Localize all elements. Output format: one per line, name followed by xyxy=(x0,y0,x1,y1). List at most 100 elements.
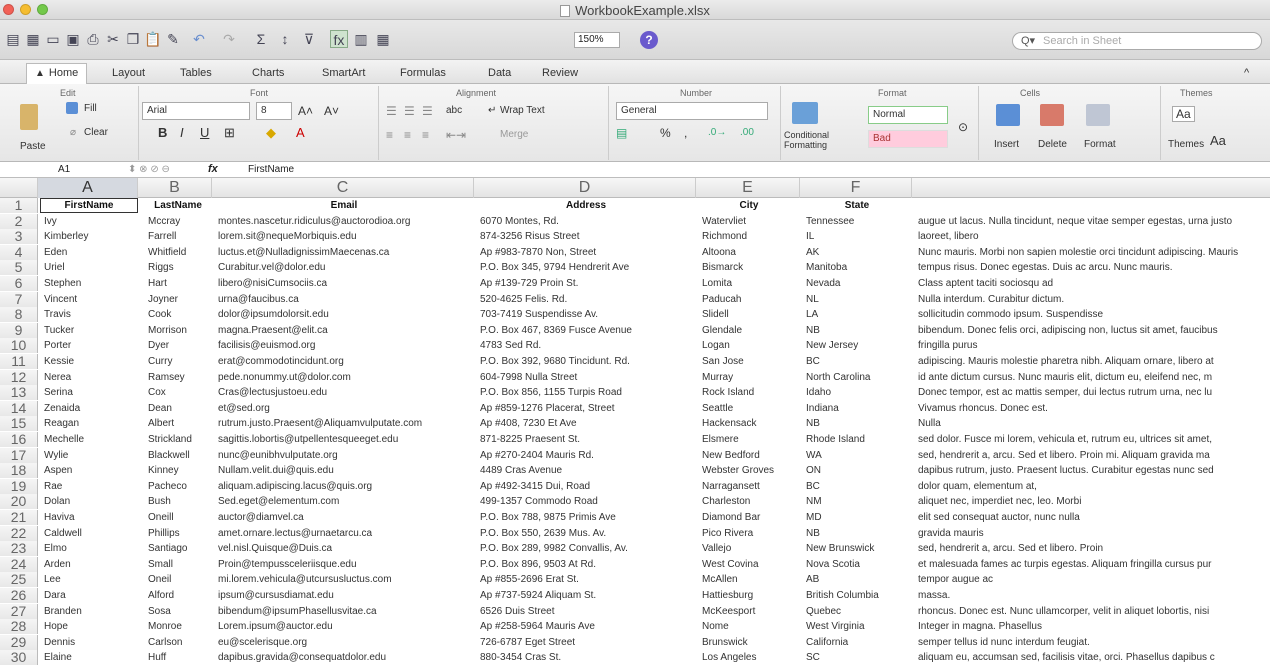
table-cell[interactable]: Sosa xyxy=(148,604,212,619)
row-number[interactable]: 10 xyxy=(0,338,38,354)
align-bottom-icon[interactable]: ☰ xyxy=(422,104,433,118)
table-cell[interactable]: Vincent xyxy=(44,292,138,307)
table-cell[interactable]: 6526 Duis Street xyxy=(480,604,696,619)
table-cell[interactable]: Dara xyxy=(44,588,138,603)
table-cell[interactable]: McAllen xyxy=(702,572,800,587)
row-number[interactable]: 2 xyxy=(0,213,38,229)
table-cell[interactable]: Bush xyxy=(148,494,212,509)
table-cell[interactable]: AK xyxy=(806,245,912,260)
table-cell[interactable]: Haviva xyxy=(44,510,138,525)
decrease-decimal-icon[interactable]: .00 xyxy=(740,126,754,140)
print-icon[interactable]: ⎙ xyxy=(84,30,102,48)
table-cell[interactable]: Mccray xyxy=(148,214,212,229)
table-cell[interactable]: Manitoba xyxy=(806,260,912,275)
table-cell[interactable]: Joyner xyxy=(148,292,212,307)
table-cell[interactable]: Murray xyxy=(702,370,800,385)
row-number[interactable]: 28 xyxy=(0,619,38,635)
table-cell[interactable]: rhoncus. Donec est. Nunc ullamcorper, ve… xyxy=(918,604,1270,619)
table-cell[interactable]: dapibus.gravida@consequatdolor.edu xyxy=(218,650,474,665)
table-cell[interactable]: Uriel xyxy=(44,260,138,275)
table-cell[interactable]: sollicitudin commodo ipsum. Suspendisse xyxy=(918,307,1270,322)
fx-icon[interactable]: fx xyxy=(208,162,218,177)
table-cell[interactable]: Nome xyxy=(702,619,800,634)
paste-icon[interactable]: 📋 xyxy=(144,30,162,48)
open-icon[interactable]: ▭ xyxy=(44,30,62,48)
table-cell[interactable]: Donec tempor, est ac mattis semper, dui … xyxy=(918,385,1270,400)
table-cell[interactable]: Dean xyxy=(148,401,212,416)
table-cell[interactable]: AB xyxy=(806,572,912,587)
table-cell[interactable]: tempus risus. Donec egestas. Duis ac arc… xyxy=(918,260,1270,275)
table-cell[interactable]: sed dolor. Fusce mi lorem, vehicula et, … xyxy=(918,432,1270,447)
table-cell[interactable]: NB xyxy=(806,416,912,431)
table-cell[interactable]: aliquet nec, imperdiet nec, leo. Morbi xyxy=(918,494,1270,509)
table-cell[interactable]: eu@scelerisque.org xyxy=(218,635,474,650)
table-cell[interactable]: Vallejo xyxy=(702,541,800,556)
borders-icon[interactable]: ⊞ xyxy=(224,126,235,140)
table-cell[interactable]: Glendale xyxy=(702,323,800,338)
help-icon[interactable]: ? xyxy=(640,31,658,49)
fill-button[interactable]: Fill xyxy=(84,102,97,116)
row-number[interactable]: 7 xyxy=(0,291,38,307)
name-box[interactable]: A1 xyxy=(58,162,70,177)
table-cell[interactable]: Ramsey xyxy=(148,370,212,385)
paste-button[interactable]: Paste xyxy=(20,140,46,154)
align-center-icon[interactable]: ≡ xyxy=(404,128,411,142)
row-number[interactable]: 9 xyxy=(0,322,38,338)
table-cell[interactable]: bibendum. Donec felis orci, adipiscing n… xyxy=(918,323,1270,338)
table-cell[interactable]: Brunswick xyxy=(702,635,800,650)
table-cell[interactable]: SC xyxy=(806,650,912,665)
table-cell[interactable]: 880-3454 Cras St. xyxy=(480,650,696,665)
table-cell[interactable]: Watervliet xyxy=(702,214,800,229)
row-number[interactable]: 4 xyxy=(0,244,38,260)
align-right-icon[interactable]: ≡ xyxy=(422,128,429,142)
table-cell[interactable]: Lorem.ipsum@auctor.edu xyxy=(218,619,474,634)
column-header-f[interactable]: F xyxy=(800,178,912,198)
italic-icon[interactable]: I xyxy=(180,126,184,140)
row-number[interactable]: 27 xyxy=(0,603,38,619)
table-cell[interactable]: Diamond Bar xyxy=(702,510,800,525)
table-cell[interactable]: NL xyxy=(806,292,912,307)
table-cell[interactable]: libero@nisiCumsociis.ca xyxy=(218,276,474,291)
row-number[interactable]: 20 xyxy=(0,494,38,510)
tab-home[interactable]: ▲ Home xyxy=(26,63,88,84)
table-cell[interactable]: elit sed consequat auctor, nunc nulla xyxy=(918,510,1270,525)
style-bad[interactable]: Bad xyxy=(868,130,948,148)
row-number[interactable]: 8 xyxy=(0,307,38,323)
table-cell[interactable]: et malesuada fames ac turpis egestas. Al… xyxy=(918,557,1270,572)
table-cell[interactable]: Los Angeles xyxy=(702,650,800,665)
table-cell[interactable]: ipsum@cursusdiamat.edu xyxy=(218,588,474,603)
delete-button[interactable]: Delete xyxy=(1038,138,1067,152)
header-cell[interactable]: State xyxy=(802,198,912,213)
formula-input[interactable]: FirstName xyxy=(248,162,294,177)
table-cell[interactable]: Lee xyxy=(44,572,138,587)
table-cell[interactable]: fringilla purus xyxy=(918,338,1270,353)
table-cell[interactable]: Riggs xyxy=(148,260,212,275)
table-cell[interactable]: P.O. Box 345, 9794 Hendrerit Ave xyxy=(480,260,696,275)
column-header-a[interactable]: A xyxy=(38,178,138,198)
table-cell[interactable]: Ap #408, 7230 Et Ave xyxy=(480,416,696,431)
table-cell[interactable]: BC xyxy=(806,479,912,494)
redo-icon[interactable]: ↷ xyxy=(220,30,238,48)
table-cell[interactable]: 520-4625 Felis. Rd. xyxy=(480,292,696,307)
table-cell[interactable]: pede.nonummy.ut@dolor.com xyxy=(218,370,474,385)
table-cell[interactable]: Oneil xyxy=(148,572,212,587)
row-number[interactable]: 13 xyxy=(0,385,38,401)
table-cell[interactable]: Nullam.velit.dui@quis.edu xyxy=(218,463,474,478)
table-cell[interactable]: P.O. Box 550, 2639 Mus. Av. xyxy=(480,526,696,541)
zoom-select[interactable]: 150% xyxy=(574,32,620,48)
table-cell[interactable]: Dolan xyxy=(44,494,138,509)
row-number[interactable]: 16 xyxy=(0,432,38,447)
table-cell[interactable]: Rae xyxy=(44,479,138,494)
row-number[interactable]: 18 xyxy=(0,463,38,479)
row-number[interactable]: 11 xyxy=(0,354,38,369)
table-cell[interactable]: Carlson xyxy=(148,635,212,650)
table-cell[interactable]: Phillips xyxy=(148,526,212,541)
table-cell[interactable]: ON xyxy=(806,463,912,478)
row-number[interactable]: 14 xyxy=(0,400,38,416)
tab-data[interactable]: Data xyxy=(488,64,511,82)
table-cell[interactable]: Santiago xyxy=(148,541,212,556)
table-cell[interactable]: Nerea xyxy=(44,370,138,385)
table-cell[interactable]: Elsmere xyxy=(702,432,800,447)
row-number[interactable]: 25 xyxy=(0,572,38,588)
table-cell[interactable]: Sed.eget@elementum.com xyxy=(218,494,474,509)
